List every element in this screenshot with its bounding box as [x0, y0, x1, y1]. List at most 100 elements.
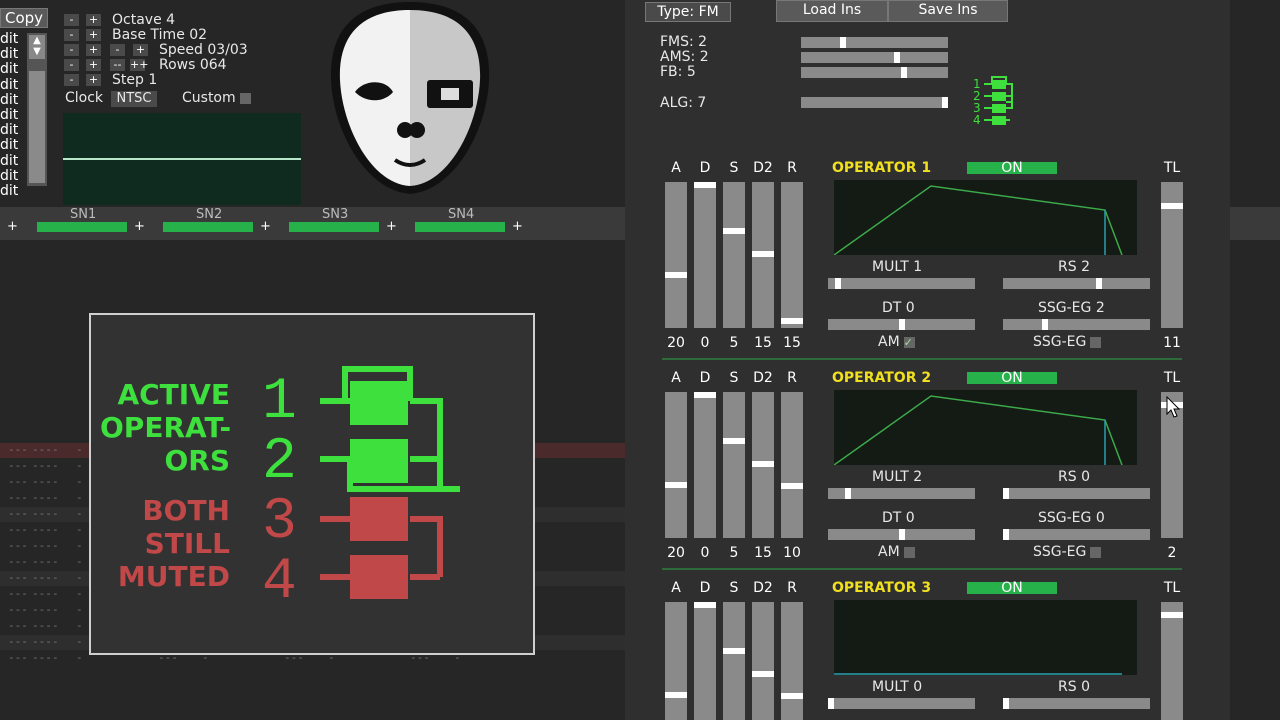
op3-on-toggle[interactable]: ON — [967, 581, 1057, 595]
pattern-cell-small[interactable]: - — [52, 539, 59, 552]
op2-rs-slider[interactable] — [1003, 488, 1150, 499]
pattern-cell-small[interactable]: - — [76, 651, 83, 664]
op3-d2-slider[interactable] — [752, 602, 774, 720]
save-ins-button[interactable]: Save Ins — [888, 0, 1008, 22]
op3-a-slider-knob[interactable] — [665, 691, 687, 698]
op1-ssg-eg-checkbox[interactable] — [1090, 336, 1102, 348]
rows-plus-button[interactable]: + — [86, 59, 101, 71]
edit-list-item[interactable]: dit — [0, 138, 26, 153]
edit-list-item[interactable]: dit — [0, 47, 26, 62]
rows-minus-button[interactable]: - — [64, 59, 79, 71]
op1-am-checkbox[interactable]: ✓ — [903, 336, 915, 348]
pattern-cell-small[interactable]: - — [52, 443, 59, 456]
op3-d-slider-knob[interactable] — [694, 602, 716, 608]
edit-list-item[interactable]: dit — [0, 31, 26, 47]
fb-slider[interactable] — [801, 67, 948, 78]
pattern-cell-small[interactable]: - — [76, 539, 83, 552]
op1-d2-slider-knob[interactable] — [752, 250, 774, 257]
pattern-cell[interactable]: --- — [8, 523, 28, 536]
channel-1-add-button[interactable]: + — [134, 219, 145, 234]
pattern-cell[interactable]: --- — [8, 555, 28, 568]
alg-slider[interactable] — [801, 97, 948, 108]
op2-a-slider[interactable] — [665, 392, 687, 538]
op1-rs-slider-knob[interactable] — [1096, 278, 1103, 289]
op1-mult-slider-knob[interactable] — [835, 278, 842, 289]
pattern-cell-small[interactable]: - — [52, 523, 59, 536]
pattern-cell[interactable]: --- — [8, 491, 28, 504]
pattern-cell[interactable]: --- — [32, 443, 52, 456]
pattern-cell[interactable]: --- — [8, 539, 28, 552]
pattern-cell-small[interactable]: - — [52, 635, 59, 648]
pattern-cell[interactable]: --- — [32, 603, 52, 616]
pattern-cell[interactable]: --- — [8, 635, 28, 648]
pattern-cell-small[interactable]: - — [52, 507, 59, 520]
op3-d2-slider-knob[interactable] — [752, 670, 774, 677]
base-time-minus-button[interactable]: - — [64, 29, 79, 41]
base-time-plus-button[interactable]: + — [86, 29, 101, 41]
pattern-cell[interactable]: --- — [8, 587, 28, 600]
pattern-cell[interactable]: --- — [8, 443, 28, 456]
op3-s-slider-knob[interactable] — [723, 648, 745, 655]
op2-s-slider[interactable] — [723, 392, 745, 538]
speed1-minus-button[interactable]: - — [64, 44, 79, 56]
op1-s-slider-knob[interactable] — [723, 228, 745, 235]
edit-list-item[interactable]: dit — [0, 107, 26, 123]
channel-2-volume-bar[interactable] — [163, 222, 253, 232]
op2-d-slider[interactable] — [694, 392, 716, 538]
op1-on-toggle[interactable]: ON — [967, 161, 1057, 175]
op3-r-slider[interactable] — [781, 602, 803, 720]
edit-list-item[interactable]: dit — [0, 62, 26, 77]
op3-s-slider[interactable] — [723, 602, 745, 720]
pattern-cell[interactable]: --- — [32, 651, 52, 664]
op1-r-slider-knob[interactable] — [781, 317, 803, 324]
op2-dt-slider[interactable] — [828, 529, 975, 540]
op1-a-slider-knob[interactable] — [665, 271, 687, 278]
scroll-up-down-icon[interactable]: ▲ ▼ — [29, 35, 45, 59]
pattern-cell-small[interactable]: - — [52, 619, 59, 632]
pattern-cell[interactable]: --- — [32, 523, 52, 536]
octave-plus-button[interactable]: + — [86, 14, 101, 26]
op1-mult-slider[interactable] — [828, 278, 975, 289]
edit-list-item[interactable]: dit — [0, 123, 26, 138]
pattern-cell[interactable]: --- — [32, 459, 52, 472]
pattern-cell-small[interactable]: - — [52, 475, 59, 488]
op2-ssg-slider[interactable] — [1003, 529, 1150, 540]
pattern-cell-small[interactable]: - — [52, 555, 59, 568]
scroll-thumb[interactable] — [29, 71, 45, 183]
op1-s-slider[interactable] — [723, 182, 745, 328]
rows-dbl-minus-button[interactable]: -- — [110, 59, 125, 71]
pattern-cell[interactable]: --- — [32, 539, 52, 552]
op1-ssg-slider-knob[interactable] — [1042, 319, 1049, 330]
pattern-cell-small[interactable]: - — [52, 571, 59, 584]
op1-tl-slider[interactable] — [1161, 182, 1183, 328]
pattern-cell-small[interactable]: - — [52, 587, 59, 600]
channel-4-add-button[interactable]: + — [512, 219, 523, 234]
pattern-cell-small[interactable]: - — [52, 491, 59, 504]
op2-ssg-slider-knob[interactable] — [1003, 529, 1009, 540]
ams-slider[interactable] — [801, 52, 948, 63]
pattern-cell[interactable]: --- — [32, 555, 52, 568]
pattern-cell-small[interactable]: - — [76, 523, 83, 536]
op1-d-slider-knob[interactable] — [694, 182, 716, 188]
channel-3-volume-bar[interactable] — [289, 222, 379, 232]
pattern-cell-small[interactable]: - — [76, 555, 83, 568]
pattern-cell[interactable]: --- — [32, 619, 52, 632]
pattern-cell-small[interactable]: - — [76, 475, 83, 488]
speed1-plus-button[interactable]: + — [86, 44, 101, 56]
op1-tl-slider-knob[interactable] — [1161, 203, 1183, 210]
op3-r-slider-knob[interactable] — [781, 693, 803, 699]
pattern-cell[interactable]: --- — [8, 619, 28, 632]
edit-list-item[interactable]: dit — [0, 153, 26, 169]
op1-d-slider[interactable] — [694, 182, 716, 328]
op2-d2-slider-knob[interactable] — [752, 460, 774, 467]
pattern-cell-small[interactable]: - — [76, 619, 83, 632]
custom-checkbox[interactable] — [239, 92, 251, 104]
op1-d2-slider[interactable] — [752, 182, 774, 328]
op2-ssg-eg-checkbox[interactable] — [1090, 546, 1102, 558]
ntsc-button[interactable]: NTSC — [111, 91, 157, 107]
step-minus-button[interactable]: - — [64, 74, 79, 86]
op1-dt-slider-knob[interactable] — [898, 319, 905, 330]
op2-r-slider-knob[interactable] — [781, 483, 803, 489]
op3-a-slider[interactable] — [665, 602, 687, 720]
fms-slider-knob[interactable] — [840, 37, 847, 48]
